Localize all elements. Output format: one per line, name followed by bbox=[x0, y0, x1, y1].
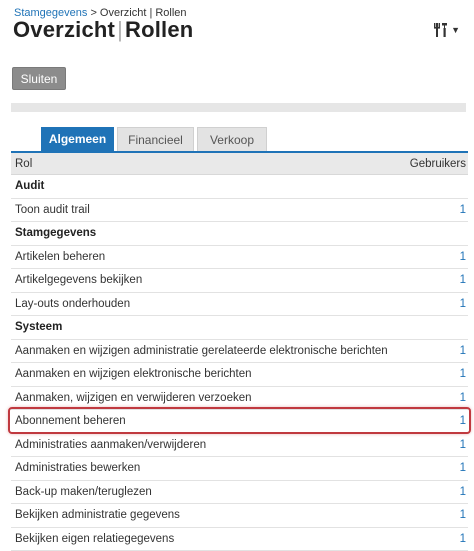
role-name: Abonnement beheren bbox=[11, 409, 404, 434]
users-count-link[interactable]: 1 bbox=[403, 480, 468, 504]
role-name: Back-up maken/teruglezen bbox=[11, 480, 404, 504]
group-label: Stamgegevens bbox=[11, 221, 404, 246]
group-header-row: Audit bbox=[11, 174, 468, 199]
role-name: Aanmaken en wijzigen administratie gerel… bbox=[11, 339, 404, 363]
group-header-row: Stamgegevens bbox=[11, 221, 468, 246]
users-count-link[interactable]: 1 bbox=[403, 362, 468, 387]
role-name: Bekijken eigen relatiegegevens bbox=[11, 527, 404, 551]
users-count-link[interactable]: 1 bbox=[403, 456, 468, 481]
role-name: Aanmaken, wijzigen en verwijderen verzoe… bbox=[11, 386, 404, 410]
table-row[interactable]: Bekijken administratie gegevens 1 bbox=[11, 503, 468, 528]
users-count-link bbox=[403, 315, 468, 340]
users-count-link[interactable]: 1 bbox=[403, 245, 468, 269]
role-name: Administraties aanmaken/verwijderen bbox=[11, 433, 404, 457]
table-header-row: Rol Gebruikers bbox=[11, 153, 468, 175]
page-title: Overzicht|Rollen bbox=[13, 17, 193, 43]
table-row[interactable]: Administraties aanmaken/verwijderen 1 bbox=[11, 433, 468, 457]
table-row[interactable]: Aanmaken en wijzigen administratie gerel… bbox=[11, 339, 468, 363]
toolbar-divider bbox=[11, 103, 466, 112]
table-row[interactable]: Administraties bewerken 1 bbox=[11, 456, 468, 481]
group-header-row: Systeem bbox=[11, 315, 468, 340]
group-label: Audit bbox=[11, 174, 404, 199]
column-header-role[interactable]: Rol bbox=[11, 153, 404, 175]
users-count-link[interactable]: 1 bbox=[403, 503, 468, 528]
users-count-link[interactable]: 1 bbox=[403, 527, 468, 551]
users-count-link bbox=[403, 221, 468, 246]
users-count-link[interactable]: 1 bbox=[403, 268, 468, 293]
table-row[interactable]: Lay-outs onderhouden 1 bbox=[11, 292, 468, 316]
tools-icon bbox=[434, 22, 448, 38]
roles-table: Rol Gebruikers Audit Toon audit trail 1 Sta… bbox=[11, 153, 468, 551]
role-name: Administraties bewerken bbox=[11, 456, 404, 481]
table-row[interactable]: Bekijken eigen relatiegegevens 1 bbox=[11, 527, 468, 551]
role-name: Bekijken administratie gegevens bbox=[11, 503, 404, 528]
users-count-link bbox=[403, 174, 468, 199]
page-title-main: Overzicht bbox=[13, 17, 116, 42]
users-count-link[interactable]: 1 bbox=[403, 409, 468, 434]
page-title-sub: Rollen bbox=[124, 17, 194, 42]
role-name: Lay-outs onderhouden bbox=[11, 292, 404, 316]
tab-verkoop[interactable]: Verkoop bbox=[197, 127, 267, 151]
column-header-users[interactable]: Gebruikers bbox=[403, 153, 468, 175]
tools-menu-button[interactable]: ▼ bbox=[434, 22, 460, 38]
role-name: Artikelen beheren bbox=[11, 245, 404, 269]
table-row[interactable]: Artikelgegevens bekijken 1 bbox=[11, 268, 468, 293]
tab-algemeen[interactable]: Algemeen bbox=[41, 127, 114, 151]
users-count-link[interactable]: 1 bbox=[403, 292, 468, 316]
table-row[interactable]: Toon audit trail 1 bbox=[11, 198, 468, 222]
tab-bar: Algemeen Financieel Verkoop bbox=[41, 127, 267, 151]
chevron-down-icon: ▼ bbox=[451, 25, 460, 35]
table-row[interactable]: Aanmaken en wijzigen elektronische beric… bbox=[11, 362, 468, 387]
users-count-link[interactable]: 1 bbox=[403, 386, 468, 410]
table-row[interactable]: Artikelen beheren 1 bbox=[11, 245, 468, 269]
role-name: Aanmaken en wijzigen elektronische beric… bbox=[11, 362, 404, 387]
tab-financieel[interactable]: Financieel bbox=[117, 127, 194, 151]
group-label: Systeem bbox=[11, 315, 404, 340]
users-count-link[interactable]: 1 bbox=[403, 339, 468, 363]
table-row[interactable]: Abonnement beheren 1 bbox=[11, 409, 468, 434]
table-row[interactable]: Back-up maken/teruglezen 1 bbox=[11, 480, 468, 504]
table-row[interactable]: Aanmaken, wijzigen en verwijderen verzoe… bbox=[11, 386, 468, 410]
users-count-link[interactable]: 1 bbox=[403, 433, 468, 457]
users-count-link[interactable]: 1 bbox=[403, 198, 468, 222]
page-title-separator: | bbox=[117, 17, 123, 42]
close-button[interactable]: Sluiten bbox=[12, 67, 66, 90]
role-name: Toon audit trail bbox=[11, 198, 404, 222]
role-name: Artikelgegevens bekijken bbox=[11, 268, 404, 293]
